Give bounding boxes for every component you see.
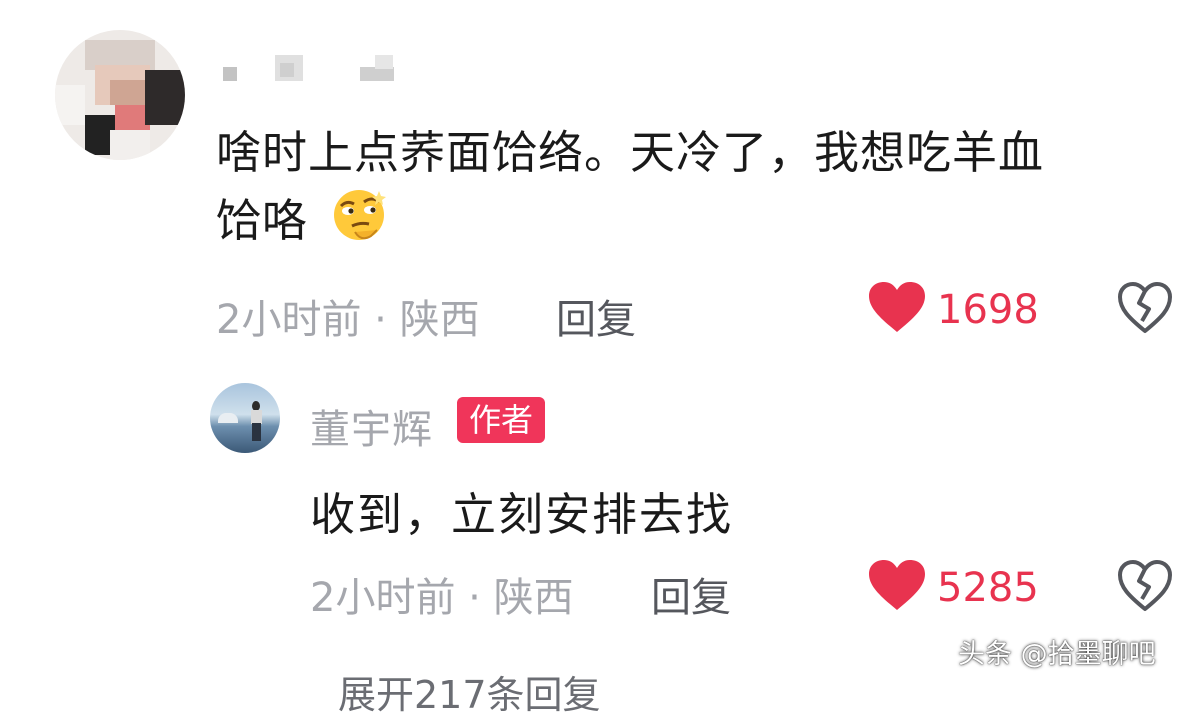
like-heart-icon[interactable] <box>868 560 926 612</box>
reply-time: 2小时前 <box>310 575 456 621</box>
commenter-avatar[interactable] <box>55 30 185 160</box>
reply-location: 陕西 <box>493 575 574 621</box>
commenter-username-blurred[interactable] <box>220 55 400 85</box>
meta-separator: · <box>374 297 387 343</box>
comment-time: 2小时前 <box>216 297 362 343</box>
watermark: 头条 @拾墨聊吧 <box>958 639 1156 670</box>
comment-like-count: 1698 <box>937 287 1039 333</box>
like-heart-icon[interactable] <box>868 282 926 334</box>
dislike-broken-heart-icon[interactable] <box>1117 281 1173 335</box>
expand-replies-button[interactable]: 展开217条回复 <box>338 664 601 719</box>
meta-separator: · <box>468 575 481 621</box>
comment-text: 啥时上点荞面饸络。天冷了，我想吃羊血 饸咯 <box>216 120 1176 254</box>
dislike-broken-heart-icon[interactable] <box>1117 559 1173 613</box>
comment-text-line2: 饸咯 <box>216 186 1176 254</box>
reply-button[interactable]: 回复 <box>556 287 636 345</box>
comment-location: 陕西 <box>399 297 480 343</box>
thinking-smirk-emoji <box>334 190 387 240</box>
author-badge: 作者 <box>457 397 546 443</box>
comment-text-line1: 啥时上点荞面饸络。天冷了，我想吃羊血 <box>216 126 1045 179</box>
reply-to-reply-button[interactable]: 回复 <box>651 565 731 623</box>
author-avatar[interactable] <box>210 383 280 453</box>
author-name[interactable]: 董宇辉 <box>310 397 433 455</box>
reply-like-count: 5285 <box>937 565 1039 611</box>
comment-meta: 2小时前 · 陕西 <box>216 287 480 345</box>
reply-meta: 2小时前 · 陕西 <box>310 565 574 623</box>
reply-text: 收到，立刻安排去找 <box>310 488 734 541</box>
comment-text-line2-content: 饸咯 <box>216 194 309 247</box>
